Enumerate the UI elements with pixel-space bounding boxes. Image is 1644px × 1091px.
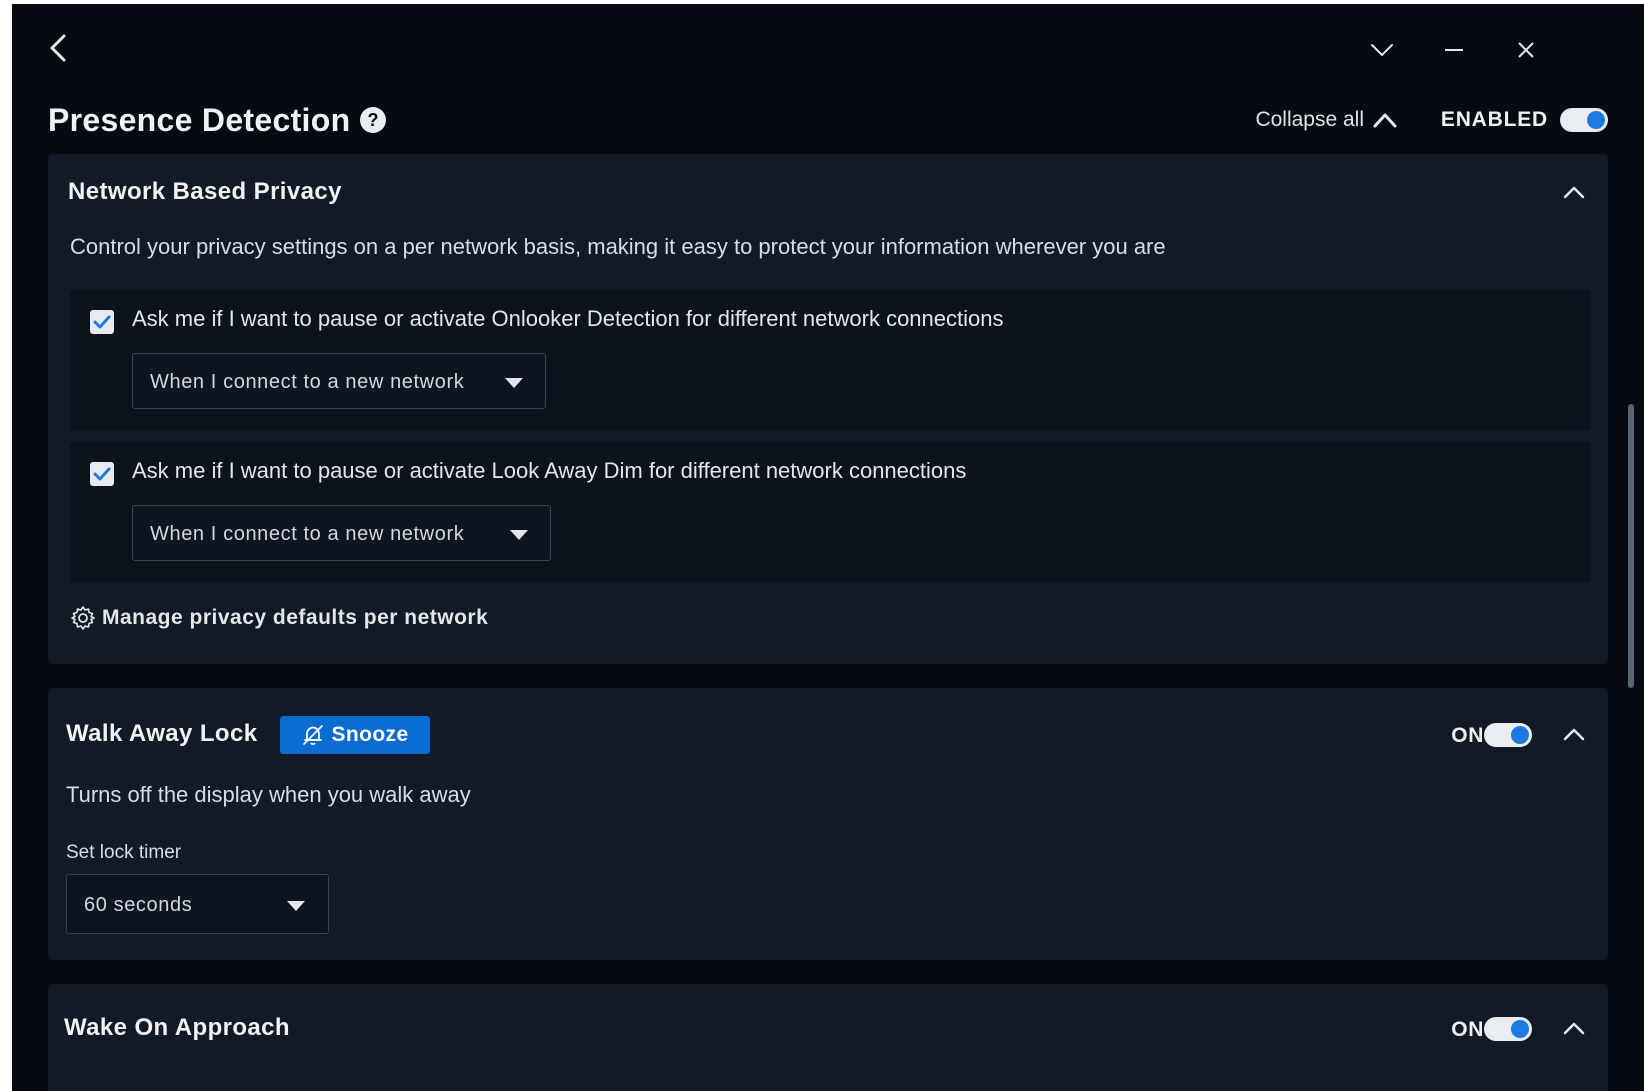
scrollbar-thumb[interactable] xyxy=(1628,404,1634,688)
dropdown-value: When I connect to a new network xyxy=(150,523,465,545)
chevron-down-icon xyxy=(1371,44,1393,57)
walk-away-lock-state-label: ON xyxy=(1451,724,1484,747)
back-button[interactable] xyxy=(36,26,80,70)
network-privacy-card: Network Based Privacy Control your priva… xyxy=(48,154,1608,664)
page-title: Presence Detection xyxy=(48,102,351,138)
snooze-label: Snooze xyxy=(331,723,409,746)
presence-detection-window: Presence Detection ? Collapse all ENABLE… xyxy=(12,4,1644,1091)
network-privacy-collapse-button[interactable] xyxy=(1560,178,1588,206)
dropdown-value: When I connect to a new network xyxy=(150,371,465,393)
caret-down-icon xyxy=(510,530,528,540)
dropdown-window-button[interactable] xyxy=(1364,32,1400,68)
minimize-button[interactable] xyxy=(1436,32,1472,68)
walk-away-lock-title: Walk Away Lock xyxy=(66,720,258,747)
toggle-knob xyxy=(1587,111,1605,129)
lock-timer-label: Set lock timer xyxy=(66,842,182,863)
look-away-option-label: Ask me if I want to pause or activate Lo… xyxy=(132,458,967,483)
chevron-up-icon xyxy=(1563,186,1585,199)
gear-icon xyxy=(71,606,95,630)
checkmark-icon xyxy=(93,467,111,481)
toggle-knob xyxy=(1511,726,1529,744)
look-away-checkbox[interactable] xyxy=(90,462,114,486)
look-away-network-dropdown[interactable]: When I connect to a new network xyxy=(132,505,551,561)
caret-down-icon xyxy=(287,901,305,911)
walk-away-lock-collapse-button[interactable] xyxy=(1560,720,1588,748)
walk-away-lock-description: Turns off the display when you walk away xyxy=(66,782,471,807)
page-header: Presence Detection ? Collapse all ENABLE… xyxy=(48,96,1608,144)
caret-down-icon xyxy=(505,378,523,388)
chevron-up-icon xyxy=(1373,113,1397,128)
collapse-all-button[interactable]: Collapse all xyxy=(1255,96,1398,144)
enabled-toggle[interactable] xyxy=(1560,108,1608,132)
wake-on-approach-toggle[interactable] xyxy=(1484,1017,1532,1041)
enabled-label: ENABLED xyxy=(1440,108,1548,131)
close-button[interactable] xyxy=(1508,32,1544,68)
help-icon[interactable]: ? xyxy=(360,107,386,133)
network-privacy-title: Network Based Privacy xyxy=(68,178,342,205)
onlooker-network-dropdown[interactable]: When I connect to a new network xyxy=(132,353,546,409)
chevron-up-icon xyxy=(1563,728,1585,741)
onlooker-option-label: Ask me if I want to pause or activate On… xyxy=(132,306,1004,331)
walk-away-lock-card: Walk Away Lock Snooze ON Turns off the d… xyxy=(48,688,1608,960)
onlooker-option-box: Ask me if I want to pause or activate On… xyxy=(70,290,1590,430)
minimize-icon xyxy=(1445,49,1463,51)
walk-away-lock-toggle[interactable] xyxy=(1484,723,1532,747)
manage-privacy-defaults-link[interactable]: Manage privacy defaults per network xyxy=(70,605,488,631)
dropdown-value: 60 seconds xyxy=(84,894,193,916)
collapse-all-label: Collapse all xyxy=(1255,108,1364,131)
snooze-button[interactable]: Snooze xyxy=(280,716,430,754)
onlooker-checkbox[interactable] xyxy=(90,310,114,334)
wake-on-approach-state-label: ON xyxy=(1451,1018,1484,1041)
close-icon xyxy=(1518,42,1534,58)
wake-on-approach-card: Wake On Approach ON xyxy=(48,984,1608,1091)
look-away-option-box: Ask me if I want to pause or activate Lo… xyxy=(70,442,1590,582)
network-privacy-description: Control your privacy settings on a per n… xyxy=(70,234,1166,259)
snooze-bell-icon xyxy=(303,725,324,745)
manage-link-label: Manage privacy defaults per network xyxy=(102,606,489,629)
wake-on-approach-collapse-button[interactable] xyxy=(1560,1014,1588,1042)
back-arrow-icon xyxy=(50,34,66,62)
checkmark-icon xyxy=(93,315,111,329)
chevron-up-icon xyxy=(1563,1022,1585,1035)
lock-timer-dropdown[interactable]: 60 seconds xyxy=(66,874,329,934)
toggle-knob xyxy=(1511,1020,1529,1038)
wake-on-approach-title: Wake On Approach xyxy=(64,1014,290,1041)
title-bar xyxy=(12,4,1644,94)
